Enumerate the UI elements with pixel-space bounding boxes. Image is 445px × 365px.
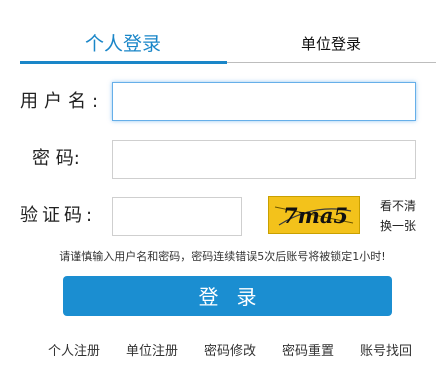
tab-active-indicator <box>20 61 227 64</box>
captcha-image[interactable]: 7ma5 <box>268 196 360 234</box>
login-tabs: 个人登录 单位登录 <box>0 0 445 66</box>
password-label: 密 码: <box>32 148 80 169</box>
unit-register-link[interactable]: 单位注册 <box>126 340 178 359</box>
tab-personal-login[interactable]: 个人登录 <box>20 30 226 58</box>
personal-register-link[interactable]: 个人注册 <box>48 340 100 359</box>
username-row: 用户名: <box>0 82 445 124</box>
captcha-text: 7ma5 <box>283 203 348 228</box>
refresh-captcha-link[interactable]: 看不清 换一张 <box>372 196 424 236</box>
password-input[interactable] <box>112 140 416 179</box>
password-row: 密 码: <box>0 139 445 181</box>
username-label: 用户名: <box>20 91 105 112</box>
captcha-input[interactable] <box>112 197 242 236</box>
refresh-line-2: 换一张 <box>379 219 416 233</box>
login-button[interactable]: 登录 <box>63 276 392 316</box>
lockout-notice: 请谨慎输入用户名和密码，密码连续错误5次后账号将被锁定1小时! <box>59 250 386 263</box>
captcha-label: 验证码: <box>20 205 97 226</box>
change-password-link[interactable]: 密码修改 <box>204 340 256 359</box>
captcha-graphic: 7ma5 <box>274 203 354 228</box>
footer-links: 个人注册 单位注册 密码修改 密码重置 账号找回 <box>0 340 445 360</box>
username-input[interactable] <box>112 82 416 121</box>
reset-password-link[interactable]: 密码重置 <box>282 340 334 359</box>
refresh-line-1: 看不清 <box>379 199 416 213</box>
tab-unit-login[interactable]: 单位登录 <box>226 30 436 58</box>
recover-account-link[interactable]: 账号找回 <box>360 340 412 359</box>
